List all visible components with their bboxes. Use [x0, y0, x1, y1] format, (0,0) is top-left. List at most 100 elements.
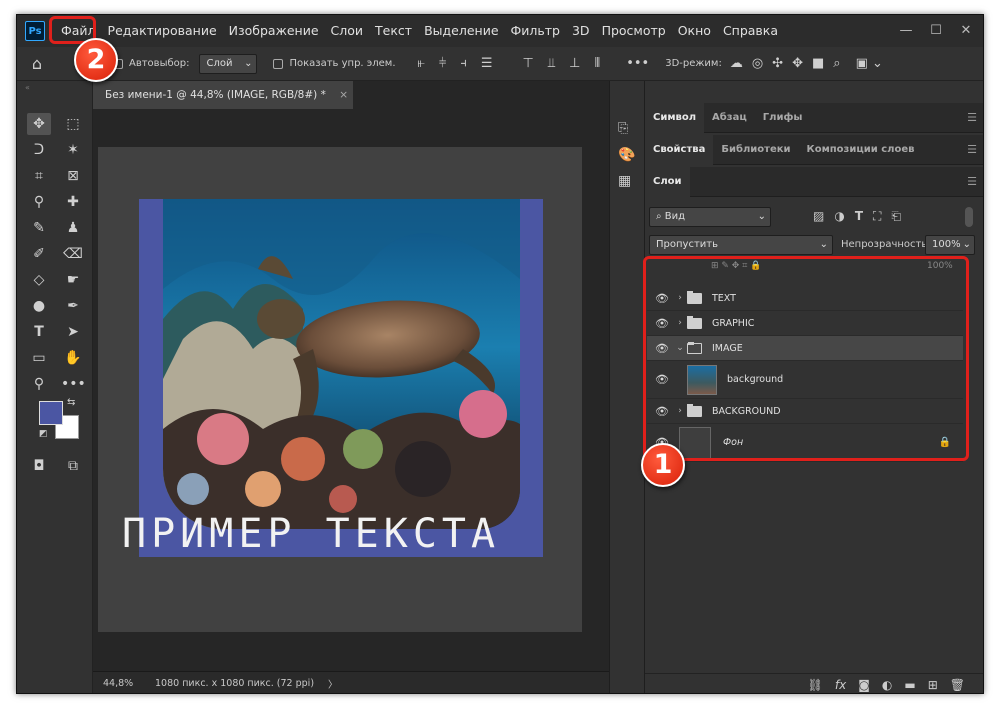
autoselect-value: Слой	[206, 57, 233, 69]
pan-3d-icon[interactable]: ✣	[772, 56, 783, 71]
distribute-h-icon[interactable]: ☰	[481, 56, 493, 71]
video-camera-icon[interactable]: ■	[812, 56, 824, 71]
filter-pixel-icon[interactable]: ▨	[813, 209, 824, 224]
filter-smart-object-icon[interactable]: ⎗	[891, 209, 901, 224]
align-right-icon[interactable]: ⫞	[460, 56, 467, 71]
screen-mode-icon[interactable]: ⧉	[61, 455, 85, 477]
menu-image[interactable]: Изображение	[223, 15, 325, 47]
adjustment-layer-icon[interactable]: ◐	[882, 678, 892, 692]
color-palette-icon[interactable]: 🎨	[618, 147, 635, 163]
filter-adjustment-icon[interactable]: ◑	[834, 209, 844, 224]
magic-wand-tool-icon[interactable]: ✶	[61, 139, 85, 161]
coral-reef-turtle-image[interactable]	[163, 199, 520, 529]
filter-type-icon[interactable]: T	[855, 209, 863, 224]
document-tab-title: Без имени-1 @ 44,8% (IMAGE, RGB/8#) *	[105, 89, 326, 101]
menu-edit[interactable]: Редактирование	[102, 15, 223, 47]
artboard[interactable]	[139, 199, 543, 557]
align-bottom-icon[interactable]: ⊥	[569, 56, 580, 71]
frame-tool-icon[interactable]: ⊠	[61, 165, 85, 187]
more-tools-icon[interactable]: •••	[61, 373, 86, 395]
align-middle-v-icon[interactable]: ⫫	[548, 56, 555, 71]
crop-tool-icon[interactable]: ⌗	[27, 165, 51, 187]
opacity-field[interactable]: 100% ⌄	[925, 235, 975, 255]
blend-mode-dropdown[interactable]: Пропустить ⌄	[649, 235, 833, 255]
swatches-grid-icon[interactable]: ▦	[618, 173, 631, 189]
document-tab[interactable]: Без имени-1 @ 44,8% (IMAGE, RGB/8#) * ×	[93, 81, 353, 109]
foreground-color-swatch[interactable]	[39, 401, 63, 425]
workspace-icon[interactable]: ▣ ⌄	[856, 56, 883, 71]
filter-shape-icon[interactable]: ⛶	[873, 209, 881, 224]
slide-3d-icon[interactable]: ✥	[792, 56, 803, 71]
dodge-tool-icon[interactable]: ●	[27, 295, 51, 317]
menu-window[interactable]: Окно	[672, 15, 717, 47]
character-panel-tabs: Символ Абзац Глифы ☰	[645, 102, 983, 133]
default-colors-icon[interactable]: ◩	[39, 429, 48, 439]
roll-3d-icon[interactable]: ◎	[752, 56, 763, 71]
tab-paragraph[interactable]: Абзац	[704, 103, 755, 133]
search-icon[interactable]: ⌕	[833, 56, 840, 71]
clone-stamp-tool-icon[interactable]: ♟	[61, 217, 85, 239]
delete-layer-icon[interactable]: 🗑	[950, 678, 965, 692]
canvas-sample-text[interactable]: ПРИМЕР ТЕКСТА	[122, 511, 500, 557]
menu-layers[interactable]: Слои	[325, 15, 370, 47]
hand-tool-icon[interactable]: ✋	[61, 347, 85, 369]
eraser-tool-icon[interactable]: ⌫	[61, 243, 85, 265]
new-layer-icon[interactable]: ⊞	[928, 678, 938, 692]
path-selection-tool-icon[interactable]: ➤	[61, 321, 85, 343]
tab-layers[interactable]: Слои	[645, 166, 690, 197]
tab-layer-comps[interactable]: Композиции слоев	[799, 135, 923, 165]
menu-select[interactable]: Выделение	[418, 15, 504, 47]
marquee-tool-icon[interactable]: ⬚	[61, 113, 85, 135]
eyedropper-tool-icon[interactable]: ⚲	[27, 191, 51, 213]
panel-menu-icon[interactable]: ☰	[967, 111, 977, 124]
link-layers-icon[interactable]: ⛓	[808, 678, 823, 692]
panel-menu-icon[interactable]: ☰	[967, 143, 977, 156]
distribute-v-icon[interactable]: ⦀	[594, 56, 600, 71]
tab-properties[interactable]: Свойства	[645, 134, 714, 165]
minimize-button[interactable]: —	[891, 15, 921, 47]
status-menu-arrow[interactable]: 〉	[328, 677, 338, 691]
close-window-button[interactable]: ✕	[951, 15, 981, 47]
app-logo[interactable]: Ps	[25, 21, 45, 41]
smudge-tool-icon[interactable]: ☛	[61, 269, 85, 291]
align-center-h-icon[interactable]: ⫩	[439, 56, 446, 71]
close-tab-icon[interactable]: ×	[339, 89, 348, 101]
menu-3d[interactable]: 3D	[566, 15, 596, 47]
menu-view[interactable]: Просмотр	[596, 15, 672, 47]
collapse-arrows-icon[interactable]: «	[25, 83, 30, 92]
history-brush-tool-icon[interactable]: ✐	[27, 243, 51, 265]
layer-style-icon[interactable]: fx	[835, 678, 846, 692]
history-panel-icon[interactable]: ⎘	[618, 121, 628, 136]
align-top-icon[interactable]: ⊤	[523, 56, 534, 71]
lasso-tool-icon[interactable]: ᑐ	[27, 139, 51, 161]
tab-libraries[interactable]: Библиотеки	[713, 135, 798, 165]
swap-colors-icon[interactable]: ⇆	[67, 397, 75, 408]
menu-filter[interactable]: Фильтр	[505, 15, 566, 47]
move-tool-icon[interactable]: ✥	[27, 113, 51, 135]
new-group-icon[interactable]: ▬	[904, 678, 915, 692]
tab-character[interactable]: Символ	[645, 102, 705, 133]
layer-filter-dropdown[interactable]: ⌕ Вид ⌄	[649, 207, 771, 227]
menu-type[interactable]: Текст	[369, 15, 418, 47]
type-tool-icon[interactable]: T	[27, 321, 51, 343]
paint-bucket-tool-icon[interactable]: ◇	[27, 269, 51, 291]
brush-tool-icon[interactable]: ✎	[27, 217, 51, 239]
zoom-level[interactable]: 44,8%	[103, 678, 149, 689]
quick-mask-icon[interactable]: ◘	[27, 455, 51, 477]
menu-help[interactable]: Справка	[717, 15, 784, 47]
maximize-button[interactable]: ☐	[921, 15, 951, 47]
autoselect-dropdown[interactable]: Слой ⌄	[199, 53, 258, 74]
pen-tool-icon[interactable]: ✒	[61, 295, 85, 317]
align-left-icon[interactable]: ⫦	[418, 56, 425, 71]
panel-menu-icon[interactable]: ☰	[967, 175, 977, 188]
rectangle-tool-icon[interactable]: ▭	[27, 347, 51, 369]
add-mask-icon[interactable]: ◙	[858, 678, 870, 692]
orbit-3d-icon[interactable]: ☁	[730, 56, 743, 71]
filter-toggle[interactable]	[965, 207, 973, 227]
zoom-tool-icon[interactable]: ⚲	[27, 373, 51, 395]
tab-glyphs[interactable]: Глифы	[755, 103, 811, 133]
home-icon[interactable]: ⌂	[17, 54, 57, 73]
show-controls-checkbox[interactable]	[273, 58, 284, 69]
healing-brush-tool-icon[interactable]: ✚	[61, 191, 85, 213]
more-options-icon[interactable]: •••	[626, 56, 649, 71]
